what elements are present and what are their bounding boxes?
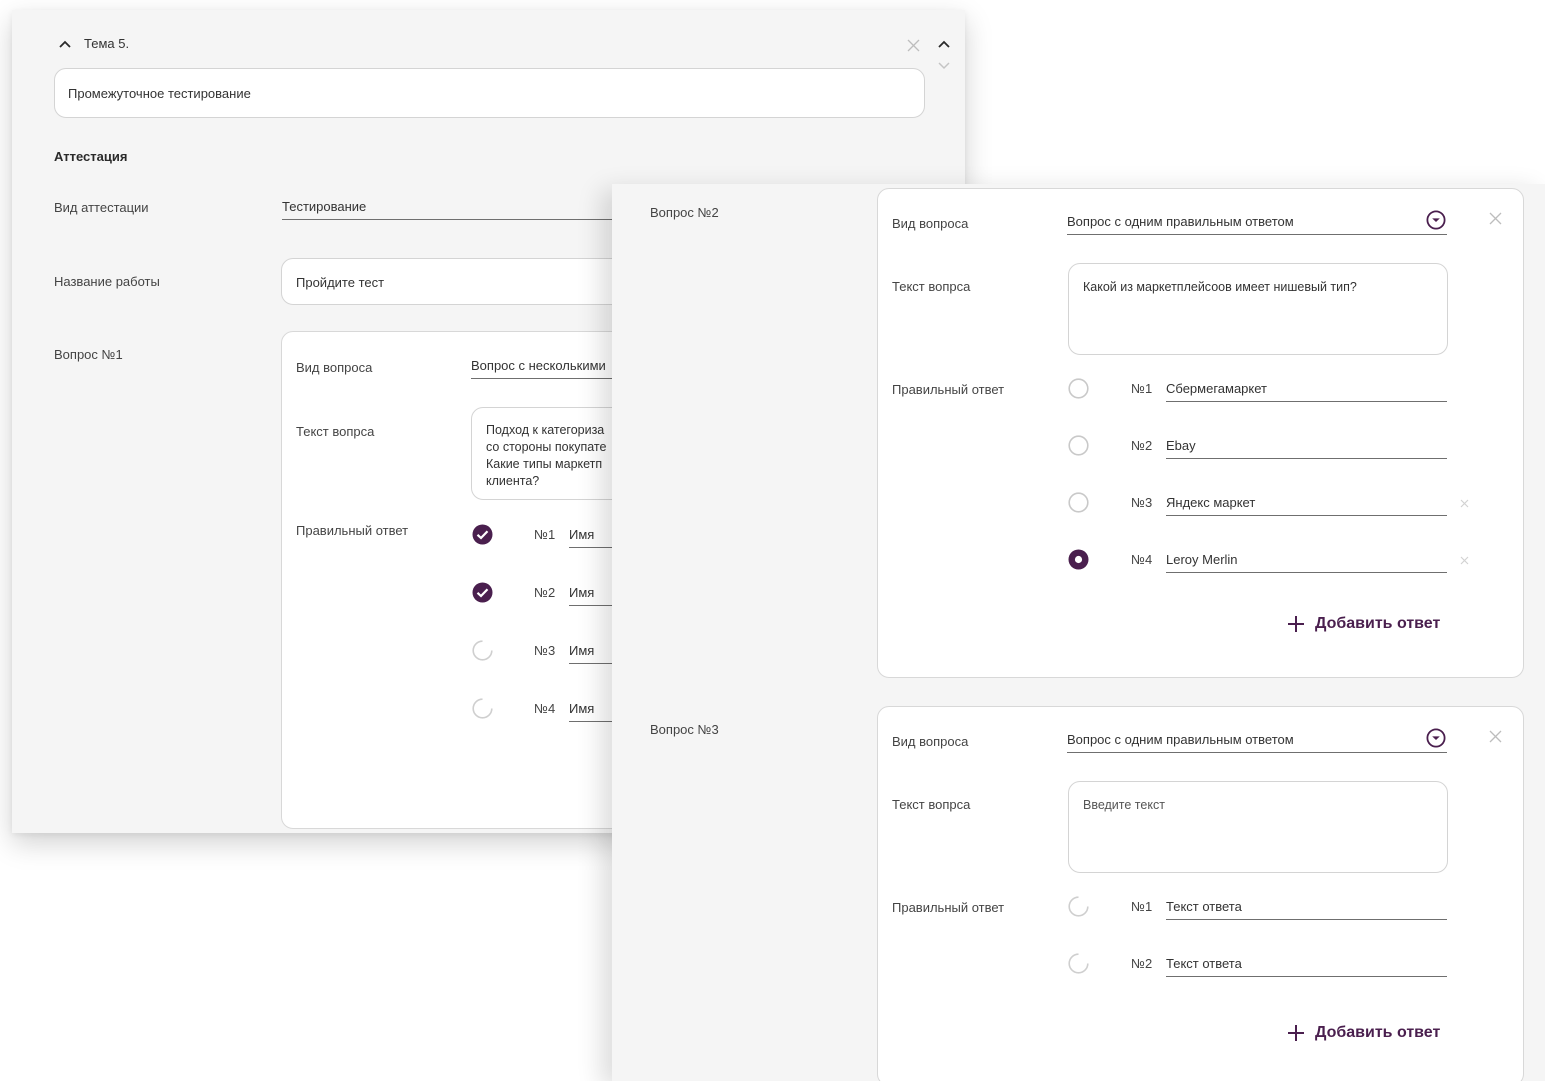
add-answer-label: Добавить ответ (1315, 615, 1441, 632)
radio-empty-icon[interactable] (1067, 895, 1089, 917)
dropdown-circle-icon[interactable] (1425, 727, 1447, 749)
move-up-icon[interactable] (937, 38, 951, 50)
question-2-label: Вопрос №2 (650, 205, 719, 220)
unchecked-circle-icon[interactable] (471, 697, 493, 719)
remove-answer-icon[interactable] (1458, 497, 1470, 509)
work-name-label: Название работы (54, 274, 160, 289)
q3-answer-label: Правильный ответ (892, 900, 1005, 915)
q2-kind-label: Вид вопроса (892, 216, 969, 231)
topic-name-input[interactable]: Промежуточное тестирование (54, 68, 925, 118)
question-2-card: Вид вопроса Вопрос с одним правильным от… (877, 188, 1524, 678)
radio-selected-icon[interactable] (1067, 548, 1089, 570)
q3-answer-field[interactable]: Текст ответа (1166, 956, 1447, 977)
q1-answer-number: №4 (534, 701, 556, 716)
q3-answer-number: №2 (1131, 956, 1153, 971)
topic-title: Тема 5. (84, 36, 130, 51)
close-icon[interactable] (905, 37, 921, 53)
q1-answer-label: Правильный ответ (296, 523, 409, 538)
attestation-heading: Аттестация (54, 149, 128, 164)
add-answer-button[interactable]: Добавить ответ (1287, 615, 1440, 633)
q2-answer-field[interactable]: Сбермегамаркет (1166, 381, 1447, 402)
q2-answer-number: №3 (1131, 495, 1153, 510)
add-answer-label: Добавить ответ (1315, 1024, 1441, 1041)
question-1-label: Вопрос №1 (54, 347, 123, 362)
q2-kind-select[interactable]: Вопрос с одним правильным ответом (1067, 214, 1447, 235)
checked-circle-icon[interactable] (471, 581, 493, 603)
q2-answer-field[interactable]: Яндекс маркет (1166, 495, 1447, 516)
q1-answer-number: №3 (534, 643, 556, 658)
q1-kind-label: Вид вопроса (296, 360, 373, 375)
q3-answer-number: №1 (1131, 899, 1153, 914)
close-icon[interactable] (1486, 727, 1504, 745)
radio-empty-icon[interactable] (1067, 377, 1089, 399)
q3-answer-field[interactable]: Текст ответа (1166, 899, 1447, 920)
q2-answer-label: Правильный ответ (892, 382, 1005, 397)
plus-icon (1287, 615, 1305, 633)
dropdown-circle-icon[interactable] (1425, 209, 1447, 231)
attestation-type-label: Вид аттестации (54, 200, 149, 215)
question-3-label: Вопрос №3 (650, 722, 719, 737)
radio-empty-icon[interactable] (1067, 952, 1089, 974)
q3-kind-label: Вид вопроса (892, 734, 969, 749)
close-icon[interactable] (1486, 209, 1504, 227)
q1-answer-number: №2 (534, 585, 556, 600)
q3-text-label: Текст вопрса (892, 797, 971, 812)
plus-icon (1287, 1024, 1305, 1042)
q3-kind-select[interactable]: Вопрос с одним правильным ответом (1067, 732, 1447, 753)
q2-text-input[interactable]: Какой из маркетплейсоов имеет нишевый ти… (1068, 263, 1448, 355)
q2-answer-number: №2 (1131, 438, 1153, 453)
q2-answer-field[interactable]: Ebay (1166, 438, 1447, 459)
add-answer-button[interactable]: Добавить ответ (1287, 1024, 1440, 1042)
radio-empty-icon[interactable] (1067, 434, 1089, 456)
questions-panel: Вопрос №2 Вид вопроса Вопрос с одним пра… (612, 184, 1545, 1081)
unchecked-circle-icon[interactable] (471, 639, 493, 661)
move-down-icon[interactable] (937, 60, 951, 72)
q2-answer-number: №1 (1131, 381, 1153, 396)
collapse-chevron-icon[interactable] (58, 37, 72, 51)
remove-answer-icon[interactable] (1458, 554, 1470, 566)
radio-empty-icon[interactable] (1067, 491, 1089, 513)
q2-text-label: Текст вопрса (892, 279, 971, 294)
question-3-card: Вид вопроса Вопрос с одним правильным от… (877, 706, 1524, 1081)
q1-text-label: Текст вопрса (296, 424, 375, 439)
q3-text-input[interactable]: Введите текст (1068, 781, 1448, 873)
q2-answer-field[interactable]: Leroy Merlin (1166, 552, 1447, 573)
q3-text-placeholder: Введите текст (1083, 798, 1165, 812)
q2-answer-number: №4 (1131, 552, 1153, 567)
q1-answer-number: №1 (534, 527, 556, 542)
checked-circle-icon[interactable] (471, 523, 493, 545)
